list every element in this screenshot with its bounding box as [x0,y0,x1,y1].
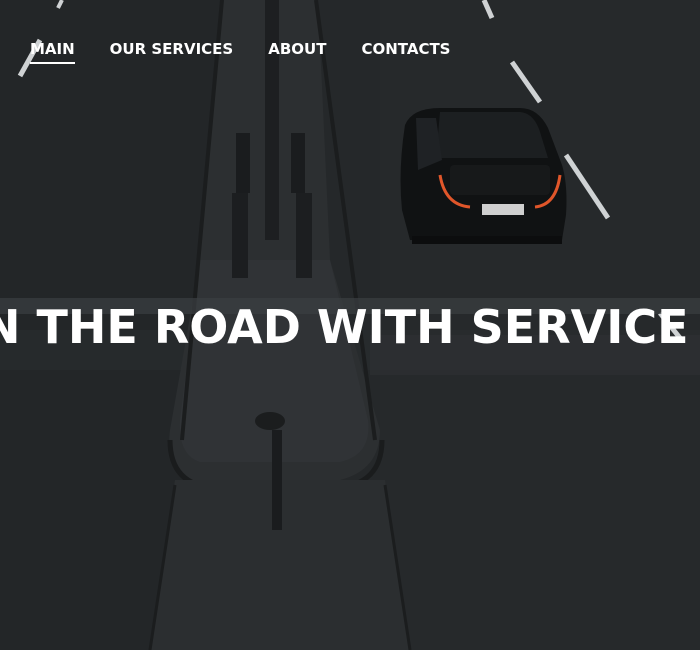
nav-item-our-services[interactable]: OUR SERVICES [110,39,234,59]
hero-section: MAIN OUR SERVICES ABOUT CONTACTS N THE R… [0,0,700,650]
main-navigation: MAIN OUR SERVICES ABOUT CONTACTS [30,39,486,64]
nav-item-about[interactable]: ABOUT [268,39,326,59]
nav-item-main[interactable]: MAIN [30,39,75,64]
nav-item-contacts[interactable]: CONTACTS [361,39,450,59]
hero-headline: N THE ROAD WITH SERVICE YO [0,299,700,354]
car-illustration [400,108,567,244]
